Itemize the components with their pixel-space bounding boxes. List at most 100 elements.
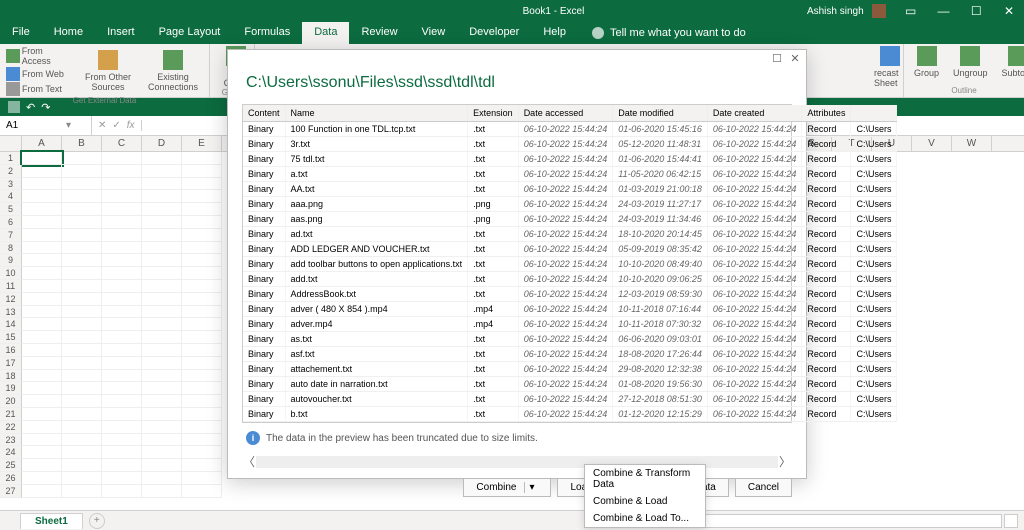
cell[interactable]	[182, 203, 222, 216]
cell[interactable]	[22, 357, 62, 370]
redo-icon[interactable]: ↷	[41, 101, 50, 114]
cell[interactable]	[102, 267, 142, 280]
menu-page-layout[interactable]: Page Layout	[147, 22, 233, 44]
cell[interactable]	[182, 280, 222, 293]
table-row[interactable]: Binary75 tdl.txt.txt06-10-2022 15:44:240…	[243, 152, 897, 167]
row-header[interactable]: 14	[0, 318, 22, 331]
col-header[interactable]: A	[22, 136, 62, 151]
hscroll[interactable]: 〈 〉	[242, 453, 792, 470]
cell[interactable]	[62, 382, 102, 395]
cell[interactable]	[182, 190, 222, 203]
cell[interactable]	[182, 357, 222, 370]
cell[interactable]	[182, 216, 222, 229]
cell[interactable]	[102, 306, 142, 319]
menu-file[interactable]: File	[0, 22, 42, 44]
cell[interactable]	[102, 421, 142, 434]
cell[interactable]	[22, 280, 62, 293]
cell[interactable]	[102, 370, 142, 383]
cell[interactable]	[142, 472, 182, 485]
table-row[interactable]: Binaryautovoucher.txt.txt06-10-2022 15:4…	[243, 392, 897, 407]
ungroup-button[interactable]: Ungroup	[949, 46, 992, 78]
cell[interactable]	[22, 485, 62, 498]
undo-icon[interactable]: ↶	[26, 101, 35, 114]
dropdown-option[interactable]: Combine & Load To...	[585, 510, 705, 527]
cell[interactable]	[182, 459, 222, 472]
cell[interactable]	[22, 165, 62, 178]
cell[interactable]	[22, 408, 62, 421]
row-header[interactable]: 27	[0, 485, 22, 498]
cell[interactable]	[182, 472, 222, 485]
cell[interactable]	[182, 395, 222, 408]
row-header[interactable]: 13	[0, 306, 22, 319]
cell[interactable]	[102, 242, 142, 255]
table-row[interactable]: Binaryaaa.png.png06-10-2022 15:44:2424-0…	[243, 197, 897, 212]
cell[interactable]	[182, 152, 222, 165]
cell[interactable]	[142, 421, 182, 434]
cell[interactable]	[22, 382, 62, 395]
dialog-close-icon[interactable]: ✕	[788, 52, 802, 65]
row-header[interactable]: 7	[0, 229, 22, 242]
cell[interactable]	[22, 472, 62, 485]
cell[interactable]	[182, 242, 222, 255]
select-all-corner[interactable]	[0, 136, 22, 151]
tell-me[interactable]: Tell me what you want to do	[610, 27, 746, 39]
cell[interactable]	[102, 472, 142, 485]
row-header[interactable]: 5	[0, 203, 22, 216]
cancel-fx-icon[interactable]: ✕	[98, 120, 106, 131]
table-row[interactable]: Binaryb.txt.txt06-10-2022 15:44:2401-12-…	[243, 407, 897, 422]
cell[interactable]	[142, 165, 182, 178]
ribbon-display-icon[interactable]: ▭	[896, 4, 926, 18]
cell[interactable]	[182, 293, 222, 306]
table-row[interactable]: Binaryad.txt.txt06-10-2022 15:44:2418-10…	[243, 227, 897, 242]
cell[interactable]	[22, 203, 62, 216]
cell[interactable]	[142, 395, 182, 408]
cell[interactable]	[142, 408, 182, 421]
cell[interactable]	[62, 293, 102, 306]
enter-fx-icon[interactable]: ✓	[112, 120, 120, 131]
cell[interactable]	[22, 331, 62, 344]
chevron-down-icon[interactable]: ▾	[524, 482, 538, 493]
cell[interactable]	[182, 229, 222, 242]
table-row[interactable]: BinaryAA.txt.txt06-10-2022 15:44:2401-03…	[243, 182, 897, 197]
row-header[interactable]: 18	[0, 370, 22, 383]
scroll-right-icon[interactable]: 〉	[778, 453, 792, 470]
cell[interactable]	[62, 242, 102, 255]
cell[interactable]	[102, 203, 142, 216]
cell[interactable]	[102, 357, 142, 370]
group-button[interactable]: Group	[910, 46, 943, 78]
cell[interactable]	[102, 459, 142, 472]
cell[interactable]	[102, 395, 142, 408]
cell[interactable]	[22, 318, 62, 331]
cell[interactable]	[142, 446, 182, 459]
cell[interactable]	[102, 152, 142, 165]
cell[interactable]	[102, 446, 142, 459]
row-header[interactable]: 17	[0, 357, 22, 370]
dropdown-option[interactable]: Combine & Load	[585, 493, 705, 510]
table-row[interactable]: Binaryattachement.txt.txt06-10-2022 15:4…	[243, 362, 897, 377]
cancel-button[interactable]: Cancel	[735, 478, 792, 497]
row-header[interactable]: 4	[0, 190, 22, 203]
row-header[interactable]: 2	[0, 165, 22, 178]
cell[interactable]	[102, 165, 142, 178]
row-header[interactable]: 19	[0, 382, 22, 395]
cell[interactable]	[22, 370, 62, 383]
cell[interactable]	[182, 267, 222, 280]
cell[interactable]	[142, 280, 182, 293]
scroll-left-icon[interactable]: 〈	[242, 453, 256, 470]
cell[interactable]	[22, 267, 62, 280]
table-row[interactable]: Binaryaas.png.png06-10-2022 15:44:2424-0…	[243, 212, 897, 227]
row-header[interactable]: 10	[0, 267, 22, 280]
table-row[interactable]: Binaryasf.txt.txt06-10-2022 15:44:2418-0…	[243, 347, 897, 362]
row-header[interactable]: 3	[0, 178, 22, 191]
cell[interactable]	[142, 152, 182, 165]
menu-developer[interactable]: Developer	[457, 22, 531, 44]
cell[interactable]	[182, 254, 222, 267]
cell[interactable]	[22, 190, 62, 203]
row-header[interactable]: 20	[0, 395, 22, 408]
existing-connections[interactable]: Existing Connections	[143, 46, 203, 96]
cell[interactable]	[182, 382, 222, 395]
avatar[interactable]	[872, 4, 886, 18]
cell[interactable]	[62, 306, 102, 319]
menu-formulas[interactable]: Formulas	[232, 22, 302, 44]
table-row[interactable]: Binaryadver ( 480 X 854 ).mp4.mp406-10-2…	[243, 302, 897, 317]
